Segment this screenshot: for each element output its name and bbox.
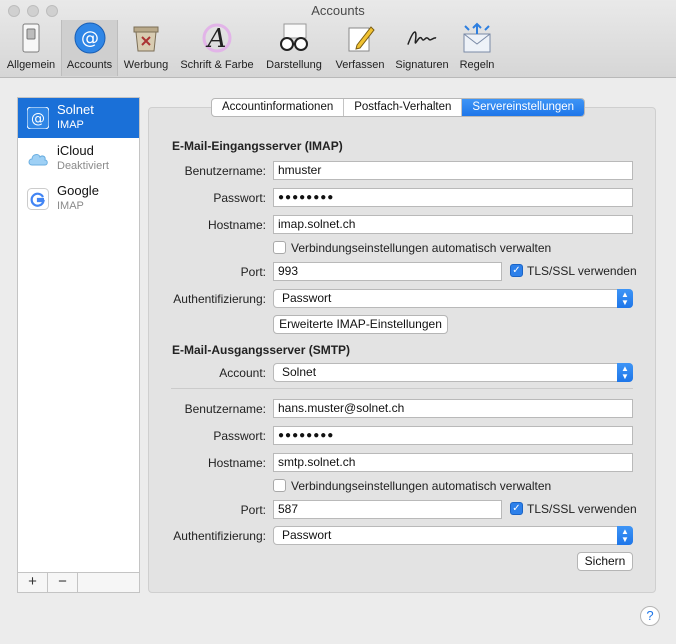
outgoing-port-input[interactable]: 587 bbox=[273, 500, 502, 519]
outgoing-auto-manage-checkbox[interactable] bbox=[273, 479, 286, 492]
incoming-port-label: Port: bbox=[240, 265, 266, 279]
incoming-auto-manage-checkbox[interactable] bbox=[273, 241, 286, 254]
outgoing-port-label: Port: bbox=[240, 503, 266, 517]
outgoing-username-label: Benutzername: bbox=[184, 402, 266, 416]
outgoing-account-select[interactable]: Solnet ▲ ▼ bbox=[273, 363, 633, 382]
incoming-port-input[interactable]: 993 bbox=[273, 262, 502, 281]
tab-postfach-verhalten[interactable]: Postfach-Verhalten bbox=[344, 99, 463, 116]
at-icon: @ bbox=[26, 106, 50, 130]
glasses-icon bbox=[278, 22, 310, 54]
toolbar-item-regeln[interactable]: Regeln bbox=[455, 20, 499, 76]
outgoing-auto-manage-label: Verbindungseinstellungen automatisch ver… bbox=[291, 479, 552, 493]
incoming-hostname-input[interactable]: imap.solnet.ch bbox=[273, 215, 633, 234]
incoming-hostname-label: Hostname: bbox=[207, 218, 266, 232]
save-button[interactable]: Sichern bbox=[577, 552, 633, 571]
svg-text:A: A bbox=[206, 24, 227, 54]
svg-text:@: @ bbox=[81, 28, 99, 49]
tab-servereinstellungen[interactable]: Servereinstellungen bbox=[462, 99, 585, 116]
outgoing-account-label: Account: bbox=[219, 366, 266, 380]
toolbar-item-accounts[interactable]: @ Accounts bbox=[61, 20, 118, 76]
tab-accountinformationen[interactable]: Accountinformationen bbox=[212, 99, 345, 116]
font-color-icon: A bbox=[201, 22, 233, 54]
signature-icon bbox=[406, 22, 438, 54]
rules-icon bbox=[461, 22, 493, 54]
preferences-window: Accounts Allgemein @ Accounts Werbung A bbox=[0, 0, 676, 644]
outgoing-tls-label: TLS/SSL verwenden bbox=[527, 502, 637, 516]
at-icon: @ bbox=[74, 22, 106, 54]
compose-icon bbox=[344, 22, 376, 54]
outgoing-section-title: E-Mail-Ausgangsserver (SMTP) bbox=[172, 343, 351, 357]
chevron-updown-icon: ▲ ▼ bbox=[617, 289, 633, 308]
outgoing-password-input[interactable]: ●●●●●●●● bbox=[273, 426, 633, 445]
incoming-tls-checkbox[interactable]: ✓ bbox=[510, 264, 523, 277]
outgoing-auth-label: Authentifizierung: bbox=[173, 529, 266, 543]
incoming-username-label: Benutzername: bbox=[184, 164, 266, 178]
incoming-auth-select[interactable]: Passwort ▲ ▼ bbox=[273, 289, 633, 308]
toolbar-item-schrift-farbe[interactable]: A Schrift & Farbe bbox=[176, 20, 258, 76]
toolbar-item-allgemein[interactable]: Allgemein bbox=[2, 20, 60, 76]
incoming-tls-label: TLS/SSL verwenden bbox=[527, 264, 637, 278]
help-button[interactable]: ? bbox=[640, 606, 660, 626]
advanced-imap-button[interactable]: Erweiterte IMAP-Einstellungen bbox=[273, 315, 448, 334]
incoming-auth-label: Authentifizierung: bbox=[173, 292, 266, 306]
account-list-footer: + − bbox=[18, 572, 139, 592]
incoming-section-title: E-Mail-Eingangsserver (IMAP) bbox=[172, 139, 343, 153]
window-title: Accounts bbox=[311, 3, 365, 18]
outgoing-password-label: Passwort: bbox=[213, 429, 266, 443]
account-item-google[interactable]: Google IMAP bbox=[18, 179, 139, 219]
cloud-icon bbox=[27, 148, 49, 170]
add-account-button[interactable]: + bbox=[18, 573, 48, 592]
remove-account-button[interactable]: − bbox=[48, 573, 78, 592]
account-list: @ Solnet IMAP iCloud Deaktiviert Google … bbox=[17, 97, 140, 593]
switch-icon bbox=[15, 22, 47, 54]
outgoing-hostname-label: Hostname: bbox=[207, 456, 266, 470]
outgoing-hostname-input[interactable]: smtp.solnet.ch bbox=[273, 453, 633, 472]
chevron-updown-icon: ▲ ▼ bbox=[617, 526, 633, 545]
incoming-password-label: Passwort: bbox=[213, 191, 266, 205]
outgoing-auth-select[interactable]: Passwort ▲ ▼ bbox=[273, 526, 633, 545]
titlebar: Accounts Allgemein @ Accounts Werbung A bbox=[0, 0, 676, 78]
toolbar-item-darstellung[interactable]: Darstellung bbox=[262, 20, 326, 76]
tab-bar: Accountinformationen Postfach-Verhalten … bbox=[211, 98, 586, 117]
section-divider bbox=[171, 388, 633, 389]
incoming-password-input[interactable]: ●●●●●●●● bbox=[273, 188, 633, 207]
svg-text:@: @ bbox=[31, 111, 45, 127]
toolbar-item-verfassen[interactable]: Verfassen bbox=[330, 20, 390, 76]
incoming-auto-manage-label: Verbindungseinstellungen automatisch ver… bbox=[291, 241, 552, 255]
junk-bin-icon bbox=[130, 22, 162, 54]
incoming-username-input[interactable]: hmuster bbox=[273, 161, 633, 180]
google-icon bbox=[27, 188, 49, 210]
toolbar-item-signaturen[interactable]: Signaturen bbox=[391, 20, 453, 76]
outgoing-tls-checkbox[interactable]: ✓ bbox=[510, 502, 523, 515]
account-item-solnet[interactable]: @ Solnet IMAP bbox=[18, 98, 139, 138]
outgoing-username-input[interactable]: hans.muster@solnet.ch bbox=[273, 399, 633, 418]
toolbar-item-werbung[interactable]: Werbung bbox=[120, 20, 172, 76]
account-item-icloud[interactable]: iCloud Deaktiviert bbox=[18, 139, 139, 179]
chevron-updown-icon: ▲ ▼ bbox=[617, 363, 633, 382]
